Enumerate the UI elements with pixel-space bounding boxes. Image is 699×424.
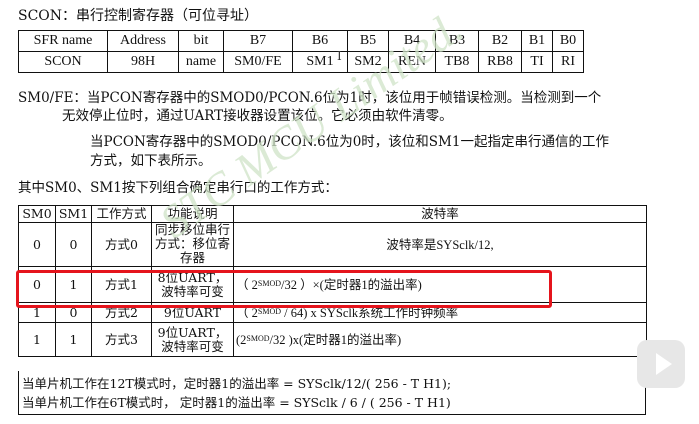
register-table: SFR name Address bit B7 B6 B5 B4 B3 B2 B…	[18, 30, 584, 73]
register-header-row: SFR name Address bit B7 B6 B5 B4 B3 B2 B…	[18, 30, 584, 52]
row0-sm0: 0	[18, 222, 56, 267]
footer-note: 当单片机工作在12T模式时，定时器1的溢出率 = SYSclk/12/( 256…	[18, 371, 646, 415]
mode-header-sm0: SM0	[18, 205, 56, 223]
reg-header-b1: B1	[521, 30, 553, 52]
row3-rate-suffix: /32 )x(定时器1的溢出率)	[269, 332, 402, 347]
desc-line-3: 当PCON寄存器中的SMOD0/PCON.6位为0时，该位和SM1一起指定串行通…	[90, 134, 609, 150]
scon-title: SCON：串行控制寄存器（可位寻址）	[18, 8, 259, 24]
row3-sm0: 1	[18, 322, 56, 357]
row3-rate-sup: SMOD	[246, 333, 270, 343]
row0-func: 同步移位串行方式：移位寄存器	[151, 222, 234, 267]
reg-cell-b4: REN	[388, 51, 436, 73]
reg-header-sfr: SFR name	[18, 30, 108, 52]
mode-header-func: 功能说明	[151, 205, 234, 223]
reg-header-b4: B4	[388, 30, 436, 52]
reg-cell-bit: name	[178, 51, 224, 73]
reg-header-b2: B2	[478, 30, 522, 52]
reg-cell-b1: TI	[521, 51, 553, 73]
text-cursor-icon: I	[337, 49, 342, 63]
row0-sm1: 0	[55, 222, 92, 267]
reg-cell-b5: SM2	[347, 51, 389, 73]
reg-header-b3: B3	[435, 30, 479, 52]
desc-line-2: 无效停止位时，通过UART接收器设置该位。它必须由软件清零。	[62, 108, 453, 124]
row0-func-text: 同步移位串行方式：移位寄存器	[154, 223, 230, 265]
mode-header-sm1: SM1	[55, 205, 92, 223]
row3-rate: (2SMOD/32 )x(定时器1的溢出率)	[233, 322, 647, 357]
desc-line-1: SM0/FE：当PCON寄存器中的SMOD0/PCON.6位为1时，该位用于帧错…	[18, 90, 602, 106]
desc-line-5: 其中SM0、SM1按下列组合确定串行口的工作方式：	[18, 180, 338, 196]
row3-sm1: 1	[55, 322, 92, 357]
table-row: 1 1 方式3 9位UART，波特率可变 (2SMOD/32 )x(定时器1的溢…	[18, 322, 647, 357]
footer-line-2: 当单片机工作在6T模式时， 定时器1的溢出率 = SYSclk / 6 / ( …	[22, 395, 451, 410]
reg-cell-b2: RB8	[478, 51, 522, 73]
highlight-box	[16, 270, 552, 308]
reg-cell-b3: TB8	[435, 51, 479, 73]
reg-cell-sfr: SCON	[18, 51, 108, 73]
reg-header-bit: bit	[178, 30, 224, 52]
register-value-row: SCON 98H name SM0/FE SM1 SM2 REN TB8 RB8…	[18, 51, 584, 73]
play-icon[interactable]	[637, 340, 685, 388]
row3-func: 9位UART，波特率可变	[151, 322, 234, 357]
footer-line-1: 当单片机工作在12T模式时，定时器1的溢出率 = SYSclk/12/( 256…	[22, 376, 452, 391]
desc-line-4: 方式，如下表所示。	[90, 153, 212, 169]
table-row: 0 0 方式0 同步移位串行方式：移位寄存器 波特率是SYSclk/12,	[18, 222, 647, 267]
mode-header-mode: 工作方式	[91, 205, 152, 223]
row3-rate-prefix: (2	[236, 332, 247, 347]
reg-header-address: Address	[107, 30, 179, 52]
reg-header-b5: B5	[347, 30, 389, 52]
mode-header-rate: 波特率	[233, 205, 647, 223]
reg-header-b0: B0	[552, 30, 584, 52]
mode-header-row: SM0 SM1 工作方式 功能说明 波特率	[18, 205, 647, 223]
reg-cell-b0: RI	[552, 51, 584, 73]
reg-header-b7: B7	[223, 30, 293, 52]
row0-mode: 方式0	[91, 222, 152, 267]
reg-cell-b7: SM0/FE	[223, 51, 293, 73]
row0-rate: 波特率是SYSclk/12,	[233, 222, 647, 267]
reg-cell-address: 98H	[107, 51, 179, 73]
row3-mode: 方式3	[91, 322, 152, 357]
